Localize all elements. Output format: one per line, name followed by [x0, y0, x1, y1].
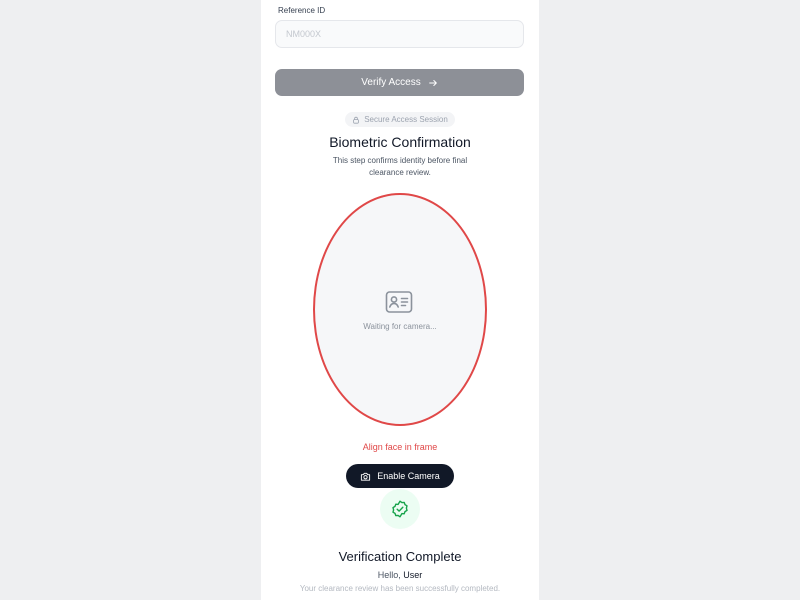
- verify-access-label: Verify Access: [361, 77, 421, 88]
- align-face-hint: Align face in frame: [362, 442, 438, 452]
- biometric-description: This step confirms identity before final…: [332, 156, 468, 177]
- secure-session-label: Secure Access Session: [364, 115, 448, 124]
- reference-id-label: Reference ID: [278, 6, 326, 15]
- success-badge: [380, 489, 420, 529]
- arrow-right-icon: [428, 79, 437, 86]
- completion-message: Your clearance review has been successfu…: [299, 584, 501, 593]
- lock-icon: [353, 116, 359, 124]
- camera-icon: [361, 472, 371, 481]
- biometric-title: Biometric Confirmation: [329, 134, 471, 150]
- enable-camera-button[interactable]: Enable Camera: [346, 464, 454, 488]
- greeting-text: Hello,: [377, 570, 401, 580]
- enable-camera-label: Enable Camera: [377, 471, 440, 481]
- secure-session-badge: Secure Access Session: [345, 112, 455, 127]
- camera-status-text: Waiting for camera...: [363, 322, 437, 331]
- reference-id-input[interactable]: [275, 20, 524, 48]
- user-name: User: [403, 570, 423, 580]
- page: Reference ID Verify Access Secure Access…: [0, 0, 800, 600]
- greeting-line: Hello, User: [261, 570, 539, 580]
- verify-access-button[interactable]: Verify Access: [275, 69, 524, 96]
- id-card-icon: [385, 291, 413, 313]
- verification-complete-title: Verification Complete: [338, 549, 462, 564]
- badge-check-icon: [392, 500, 408, 518]
- verification-card: Reference ID Verify Access Secure Access…: [261, 0, 539, 600]
